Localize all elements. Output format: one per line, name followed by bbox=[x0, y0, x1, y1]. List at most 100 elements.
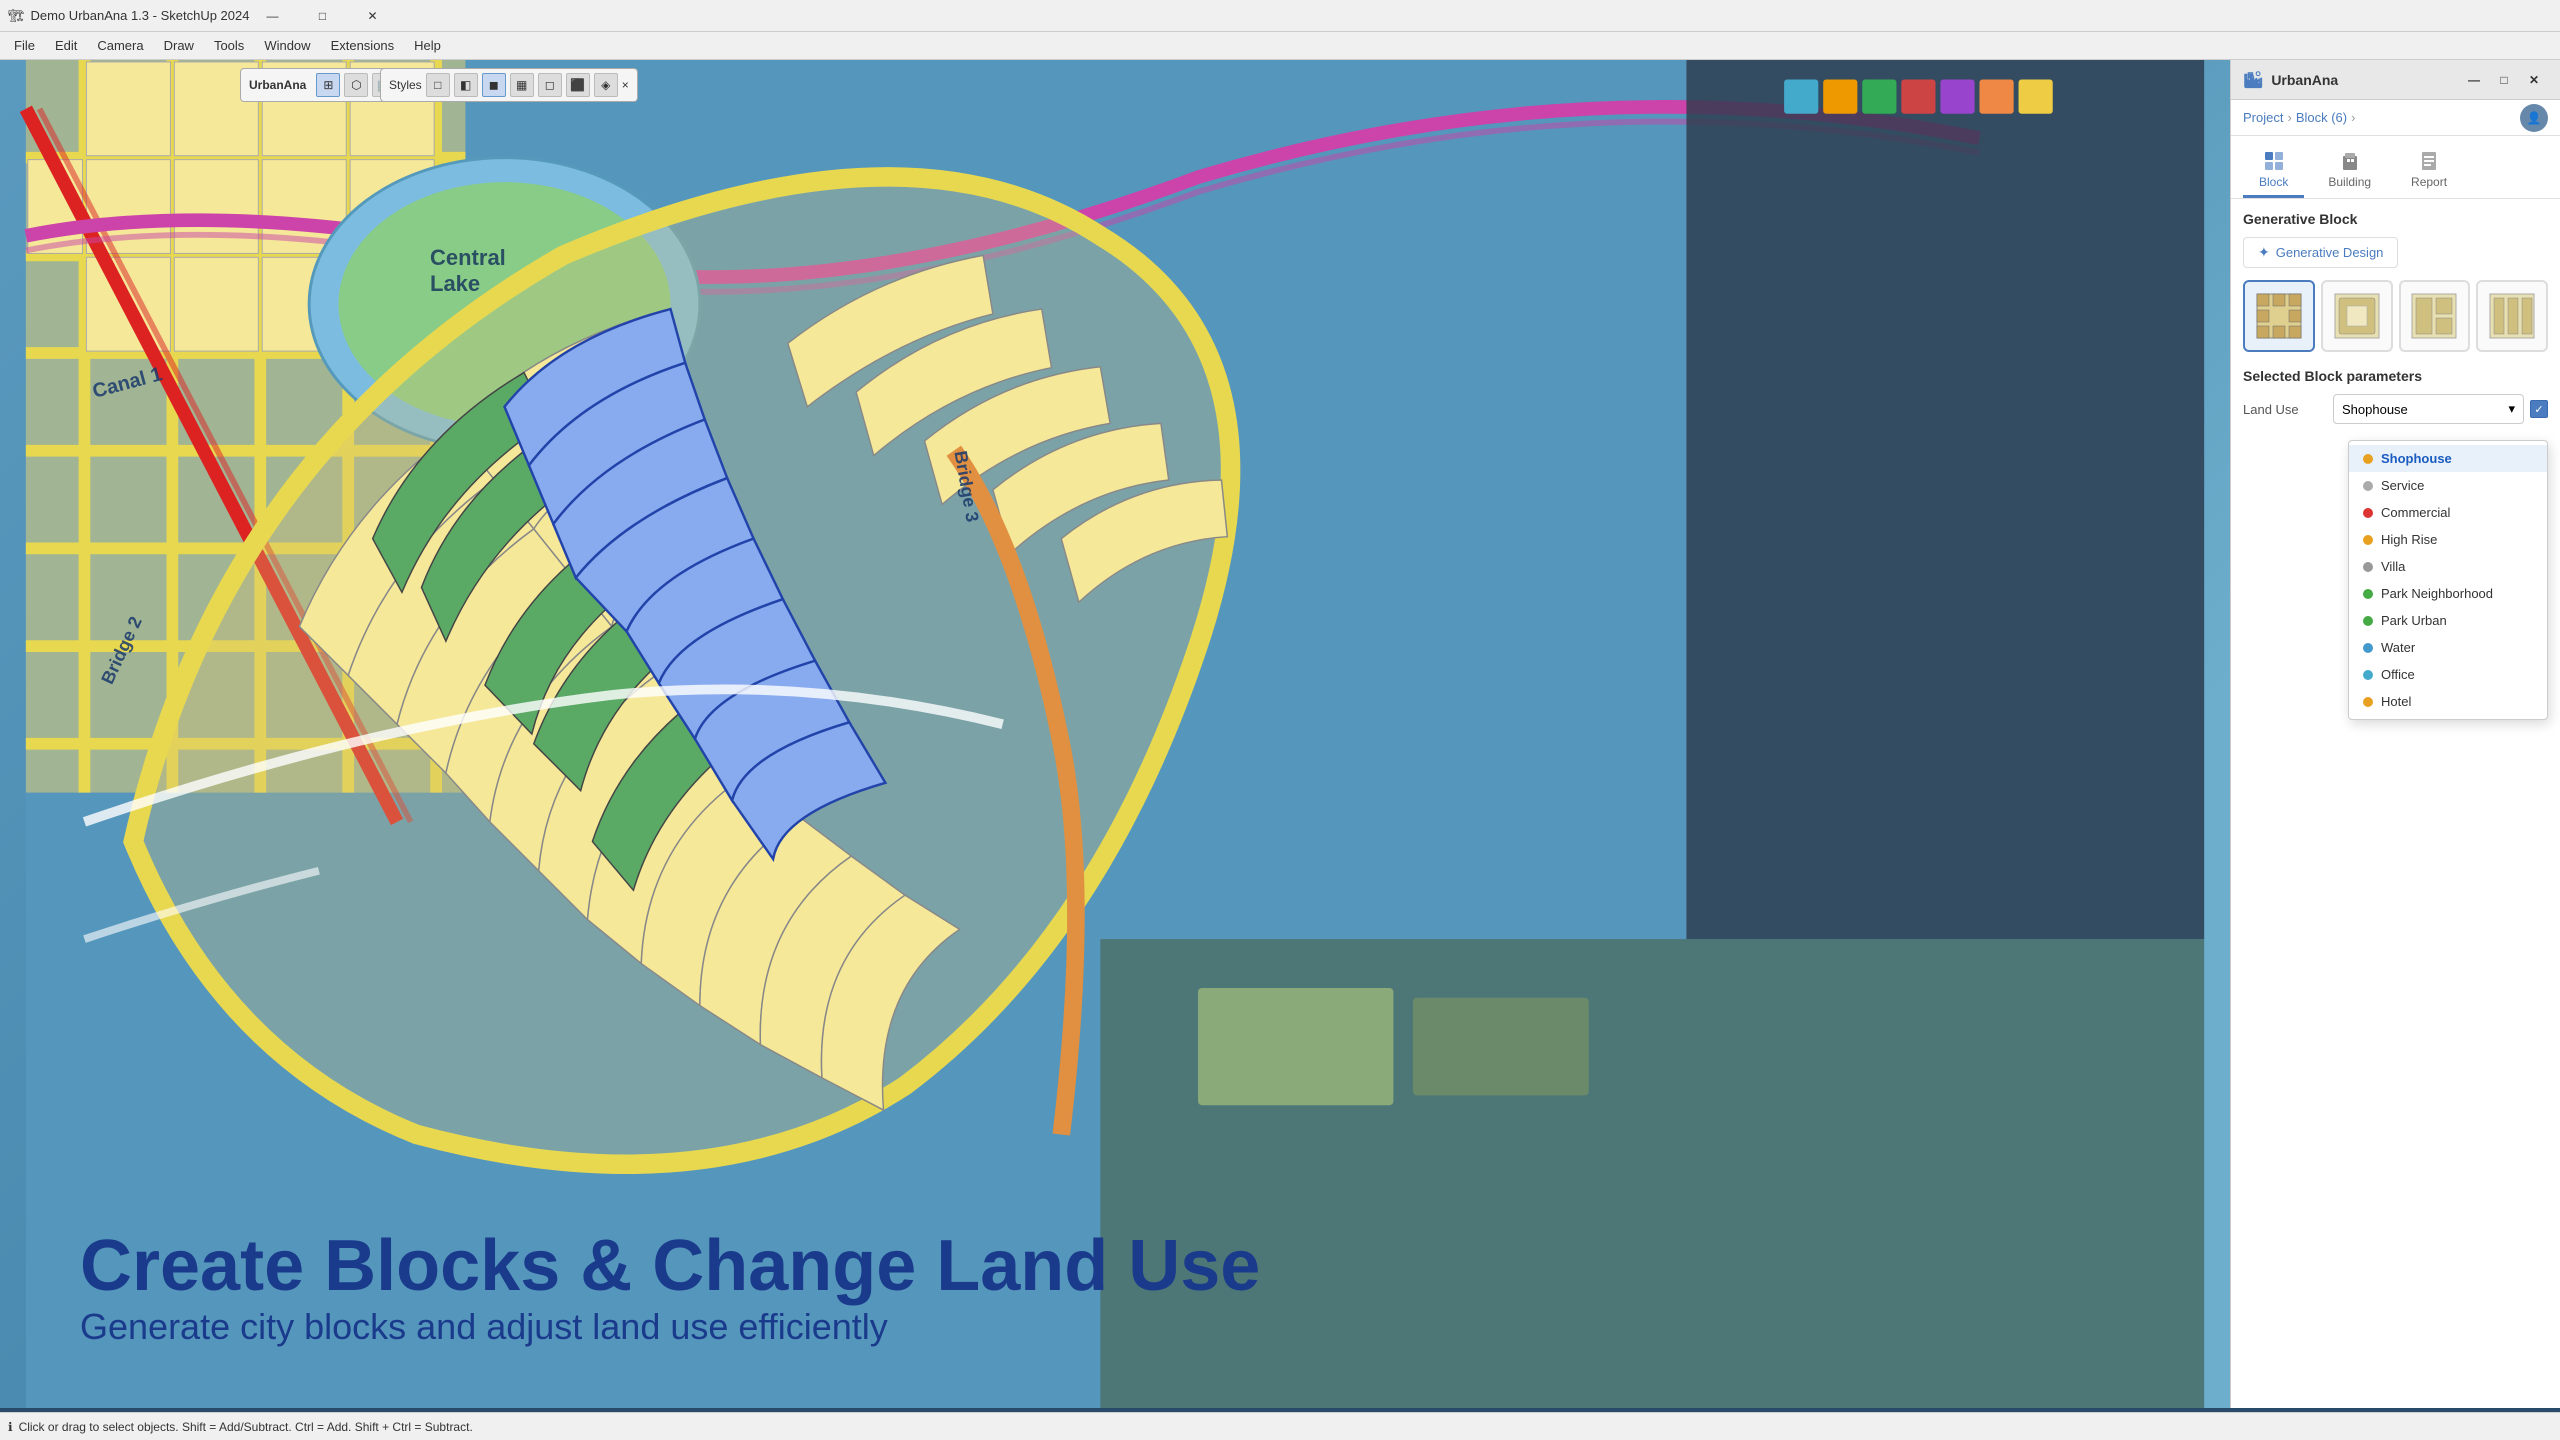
dropdown-item-hotel[interactable]: Hotel bbox=[2349, 688, 2547, 715]
user-avatar[interactable]: 👤 bbox=[2520, 104, 2548, 132]
tab-report-label: Report bbox=[2411, 175, 2447, 189]
menu-camera[interactable]: Camera bbox=[87, 32, 153, 60]
commercial-dot bbox=[2363, 508, 2373, 518]
styles-tool-shaded[interactable]: ◧ bbox=[454, 73, 478, 97]
styles-tool-wire[interactable]: □ bbox=[426, 73, 450, 97]
dropdown-item-commercial[interactable]: Commercial bbox=[2349, 499, 2547, 526]
generative-block-title: Generative Block bbox=[2243, 211, 2548, 227]
tab-block[interactable]: Block bbox=[2243, 144, 2304, 198]
panel-restore-button[interactable]: □ bbox=[2490, 68, 2518, 92]
dropdown-label-office: Office bbox=[2381, 667, 2415, 682]
panel-window-controls: ― □ ✕ bbox=[2460, 68, 2548, 92]
dropdown-item-service[interactable]: Service bbox=[2349, 472, 2547, 499]
menu-extensions[interactable]: Extensions bbox=[321, 32, 405, 60]
panel-close-button[interactable]: ✕ bbox=[2520, 68, 2548, 92]
generative-design-button[interactable]: ✦ Generative Design bbox=[2243, 237, 2398, 268]
status-text: Click or drag to select objects. Shift =… bbox=[19, 1420, 473, 1434]
dropdown-label-service: Service bbox=[2381, 478, 2424, 493]
tab-building-label: Building bbox=[2328, 175, 2371, 189]
report-tab-icon bbox=[2418, 150, 2440, 172]
block-type-cards bbox=[2243, 280, 2548, 352]
status-bar: ℹ Click or drag to select objects. Shift… bbox=[0, 1412, 2560, 1440]
generative-design-icon: ✦ bbox=[2258, 244, 2270, 261]
styles-tool-xray[interactable]: ◻ bbox=[538, 73, 562, 97]
city-map-svg bbox=[0, 60, 2230, 1408]
tab-block-label: Block bbox=[2259, 175, 2288, 189]
highrise-dot bbox=[2363, 535, 2373, 545]
dropdown-label-parkurban: Park Urban bbox=[2381, 613, 2447, 628]
maximize-button[interactable]: □ bbox=[299, 0, 345, 32]
dropdown-label-water: Water bbox=[2381, 640, 2415, 655]
land-use-row: Land Use Shophouse ▾ ✓ bbox=[2243, 394, 2548, 424]
styles-tool-color[interactable]: ◼ bbox=[482, 73, 506, 97]
block-card-1[interactable] bbox=[2243, 280, 2315, 352]
menu-edit[interactable]: Edit bbox=[45, 32, 87, 60]
block-card-2[interactable] bbox=[2321, 280, 2393, 352]
tab-report[interactable]: Report bbox=[2395, 144, 2463, 198]
dropdown-item-shophouse[interactable]: Shophouse bbox=[2349, 445, 2547, 472]
urbanana-tool-road[interactable]: ⬡ bbox=[344, 73, 368, 97]
bottom-sub-title: Generate city blocks and adjust land use… bbox=[80, 1306, 1260, 1348]
menu-bar: File Edit Camera Draw Tools Window Exten… bbox=[0, 32, 2560, 60]
styles-toolbar: Styles □ ◧ ◼ ▦ ◻ ⬛ ◈ × bbox=[380, 68, 638, 102]
info-icon: ℹ bbox=[8, 1420, 13, 1434]
window-controls: ― □ ✕ bbox=[249, 0, 395, 32]
breadcrumb-separator: › bbox=[2287, 110, 2291, 125]
land-use-select-wrapper: Shophouse ▾ ✓ bbox=[2333, 394, 2548, 424]
map-label-central-lake: CentralLake bbox=[430, 245, 506, 297]
breadcrumb-end: › bbox=[2351, 110, 2355, 125]
breadcrumb-project[interactable]: Project bbox=[2243, 110, 2283, 125]
menu-help[interactable]: Help bbox=[404, 32, 451, 60]
urbanana-tool-grid[interactable]: ⊞ bbox=[316, 73, 340, 97]
panel-minimize-button[interactable]: ― bbox=[2460, 68, 2488, 92]
block-card-4[interactable] bbox=[2476, 280, 2548, 352]
generative-design-label: Generative Design bbox=[2276, 245, 2384, 260]
parkneighborhood-dot bbox=[2363, 589, 2373, 599]
panel-content: Generative Block ✦ Generative Design bbox=[2231, 199, 2560, 1408]
panel-logo-icon: 🏙 bbox=[2243, 70, 2263, 90]
dropdown-label-hotel: Hotel bbox=[2381, 694, 2411, 709]
selected-block-title: Selected Block parameters bbox=[2243, 368, 2548, 384]
land-use-select[interactable]: Shophouse ▾ bbox=[2333, 394, 2524, 424]
urbanana-panel: 🏙 UrbanAna ― □ ✕ Project › Block (6) › 👤 bbox=[2230, 60, 2560, 1408]
title-bar: 🏗 Demo UrbanAna 1.3 - SketchUp 2024 ― □ … bbox=[0, 0, 2560, 32]
viewport[interactable]: CentralLake Canal 1 Bridge 2 Bridge 3 Cr… bbox=[0, 60, 2230, 1408]
panel-tabs: Block Building R bbox=[2231, 136, 2560, 199]
parkurban-dot bbox=[2363, 616, 2373, 626]
menu-tools[interactable]: Tools bbox=[204, 32, 254, 60]
dropdown-item-office[interactable]: Office bbox=[2349, 661, 2547, 688]
breadcrumb-current[interactable]: Block (6) bbox=[2296, 110, 2347, 125]
dropdown-item-highrise[interactable]: High Rise bbox=[2349, 526, 2547, 553]
panel-breadcrumb: Project › Block (6) › 👤 bbox=[2231, 100, 2560, 136]
bottom-main-title: Create Blocks & Change Land Use bbox=[80, 1227, 1260, 1306]
minimize-button[interactable]: ― bbox=[249, 0, 295, 32]
land-use-checkbox[interactable]: ✓ bbox=[2530, 400, 2548, 418]
title-text: Demo UrbanAna 1.3 - SketchUp 2024 bbox=[31, 8, 250, 23]
block-card-3[interactable] bbox=[2399, 280, 2471, 352]
urbanana-toolbar-title: UrbanAna bbox=[249, 78, 306, 92]
bottom-overlay: Create Blocks & Change Land Use Generate… bbox=[80, 1227, 1260, 1348]
dropdown-chevron-icon: ▾ bbox=[2508, 401, 2515, 417]
service-dot bbox=[2363, 481, 2373, 491]
dropdown-item-villa[interactable]: Villa bbox=[2349, 553, 2547, 580]
styles-toolbar-close[interactable]: × bbox=[622, 78, 629, 92]
office-dot bbox=[2363, 670, 2373, 680]
block-tab-icon bbox=[2263, 150, 2285, 172]
styles-tool-b[interactable]: ◈ bbox=[594, 73, 618, 97]
villa-dot bbox=[2363, 562, 2373, 572]
shophouse-dot bbox=[2363, 454, 2373, 464]
close-button[interactable]: ✕ bbox=[349, 0, 395, 32]
dropdown-item-water[interactable]: Water bbox=[2349, 634, 2547, 661]
app-icon: 🏗 bbox=[8, 8, 25, 24]
panel-title: UrbanAna bbox=[2271, 72, 2338, 88]
land-use-value: Shophouse bbox=[2342, 402, 2408, 417]
styles-tool-texture[interactable]: ▦ bbox=[510, 73, 534, 97]
menu-window[interactable]: Window bbox=[254, 32, 320, 60]
hotel-dot bbox=[2363, 697, 2373, 707]
tab-building[interactable]: Building bbox=[2312, 144, 2387, 198]
menu-draw[interactable]: Draw bbox=[154, 32, 204, 60]
menu-file[interactable]: File bbox=[4, 32, 45, 60]
dropdown-item-parkneighborhood[interactable]: Park Neighborhood bbox=[2349, 580, 2547, 607]
styles-tool-a[interactable]: ⬛ bbox=[566, 73, 590, 97]
dropdown-item-parkurban[interactable]: Park Urban bbox=[2349, 607, 2547, 634]
